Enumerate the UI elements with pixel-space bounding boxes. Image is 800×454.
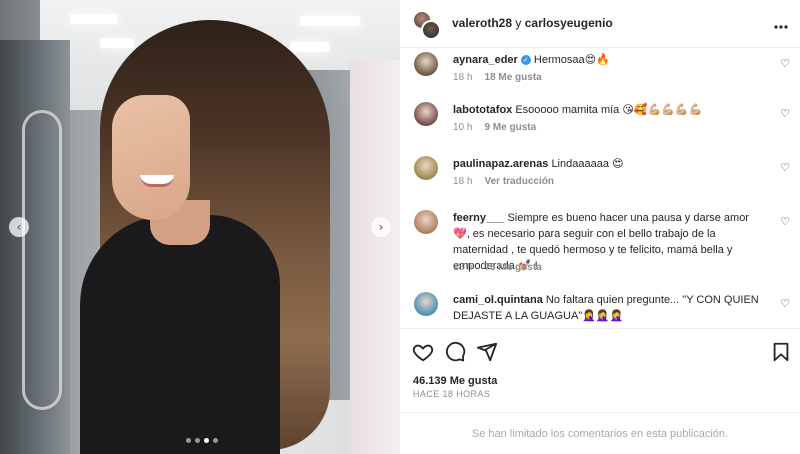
author-link[interactable]: carlosyeugenio bbox=[525, 16, 613, 30]
share-icon[interactable] bbox=[476, 341, 498, 363]
comment-body: paulinapaz.arenas Lindaaaaaa 😍 bbox=[453, 156, 768, 172]
photo-face bbox=[112, 95, 190, 220]
photo-lamp bbox=[300, 16, 360, 26]
comment-like-heart-icon[interactable]: ♡ bbox=[780, 297, 790, 310]
carousel-dot bbox=[204, 438, 209, 443]
comment-meta: 18 h 18 Me gusta bbox=[453, 72, 542, 83]
comment-time[interactable]: 18 h bbox=[453, 72, 472, 83]
likes-count[interactable]: 46.139 Me gusta bbox=[413, 375, 497, 387]
avatar[interactable] bbox=[414, 102, 438, 126]
comment-meta: 10 h 9 Me gusta bbox=[453, 122, 536, 133]
comment-likes[interactable]: 18 Me gusta bbox=[484, 72, 541, 83]
post-authors: valeroth28 y carlosyeugenio bbox=[452, 16, 613, 30]
photo-lamp bbox=[70, 14, 118, 24]
post-timestamp[interactable]: HACE 18 HORAS bbox=[413, 389, 490, 399]
comment-like-heart-icon[interactable]: ♡ bbox=[780, 161, 790, 174]
comment-likes[interactable]: 9 Me gusta bbox=[484, 122, 536, 133]
comment-meta: 18 h 75 Me gusta bbox=[453, 262, 542, 273]
comment-like-heart-icon[interactable]: ♡ bbox=[780, 215, 790, 228]
more-horizontal-icon bbox=[774, 25, 788, 29]
comment-meta: 18 h Ver traducción bbox=[453, 176, 554, 187]
comment-text: Lindaaaaaa 😍 bbox=[551, 158, 624, 170]
comment-username[interactable]: feerny___ bbox=[453, 212, 504, 224]
comment-body: aynara_eder ✓ Hermosaa😍🔥 bbox=[453, 52, 768, 68]
comment-username[interactable]: paulinapaz.arenas bbox=[453, 158, 548, 170]
comment-username[interactable]: aynara_eder bbox=[453, 54, 518, 66]
bookmark-icon[interactable] bbox=[770, 341, 792, 363]
photo-wall bbox=[350, 60, 400, 454]
avatar[interactable] bbox=[412, 10, 442, 40]
carousel-dot bbox=[195, 438, 200, 443]
comment-text: Esooooo mamita mía 😘🥰💪🏼💪🏼💪🏼💪🏼 bbox=[515, 104, 703, 116]
chevron-right-icon: › bbox=[378, 220, 384, 234]
comment-likes[interactable]: Ver traducción bbox=[484, 176, 553, 187]
post-side-panel: valeroth28 y carlosyeugenio aynara_eder ✓… bbox=[400, 0, 800, 454]
comment-time[interactable]: 10 h bbox=[453, 122, 472, 133]
avatar[interactable] bbox=[414, 52, 438, 76]
avatar-user2 bbox=[421, 20, 441, 40]
comments-list[interactable]: aynara_eder ✓ Hermosaa😍🔥 18 h 18 Me gusta ♡ l… bbox=[400, 48, 800, 328]
verified-badge-icon: ✓ bbox=[520, 55, 531, 66]
comment-body: cami_ol.quintana No faltara quien pregun… bbox=[453, 292, 768, 324]
photo-lamp bbox=[290, 42, 330, 52]
author-link[interactable]: valeroth28 bbox=[452, 16, 512, 30]
authors-separator: y bbox=[515, 16, 522, 30]
comment-likes[interactable]: 75 Me gusta bbox=[484, 262, 541, 273]
avatar[interactable] bbox=[414, 292, 438, 316]
comment-text: Hermosaa😍🔥 bbox=[533, 54, 610, 66]
comment-username[interactable]: labototafox bbox=[453, 104, 512, 116]
comments-limited-notice: Se han limitado los comentarios en esta … bbox=[400, 412, 800, 454]
post-photo[interactable]: ‹ › bbox=[0, 0, 400, 454]
carousel-prev-button[interactable]: ‹ bbox=[9, 217, 29, 237]
carousel-indicator bbox=[186, 438, 218, 443]
carousel-dot bbox=[186, 438, 191, 443]
comment-body: labototafox Esooooo mamita mía 😘🥰💪🏼💪🏼💪🏼💪… bbox=[453, 102, 768, 118]
comment-username[interactable]: cami_ol.quintana bbox=[453, 294, 543, 306]
photo-lamp bbox=[100, 38, 134, 48]
comment-icon[interactable] bbox=[444, 341, 466, 363]
carousel-next-button[interactable]: › bbox=[371, 217, 391, 237]
post-header: valeroth28 y carlosyeugenio bbox=[400, 0, 800, 48]
photo-mirror-light bbox=[22, 110, 62, 410]
photo-body bbox=[80, 215, 280, 454]
chevron-left-icon: ‹ bbox=[16, 220, 22, 234]
avatar[interactable] bbox=[414, 210, 438, 234]
comment-time[interactable]: 18 h bbox=[453, 262, 472, 273]
carousel-dot bbox=[213, 438, 218, 443]
comment-time[interactable]: 18 h bbox=[453, 176, 472, 187]
comment-like-heart-icon[interactable]: ♡ bbox=[780, 57, 790, 70]
heart-icon[interactable] bbox=[412, 341, 434, 363]
more-options-button[interactable] bbox=[774, 16, 788, 32]
avatar[interactable] bbox=[414, 156, 438, 180]
comment-like-heart-icon[interactable]: ♡ bbox=[780, 107, 790, 120]
